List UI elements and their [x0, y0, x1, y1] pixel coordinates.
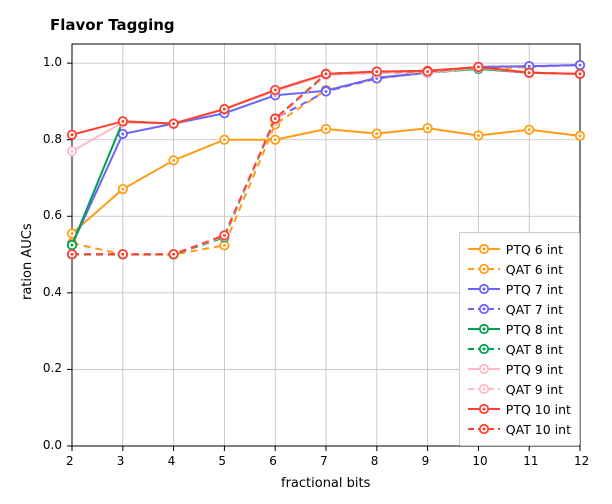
legend-swatch — [468, 342, 500, 356]
legend-swatch — [468, 422, 500, 436]
legend-label: QAT 8 int — [506, 342, 563, 357]
x-axis-label: fractional bits — [281, 476, 370, 491]
data-marker-dot — [172, 159, 175, 162]
legend-label: QAT 10 int — [506, 422, 571, 437]
legend-entry: PTQ 7 int — [468, 279, 571, 299]
y-tick: 0.4 — [43, 285, 62, 299]
data-marker-dot — [121, 253, 124, 256]
x-tick: 10 — [472, 454, 487, 468]
x-tick: 6 — [269, 454, 277, 468]
data-marker-dot — [274, 138, 277, 141]
legend-entry: PTQ 10 int — [468, 399, 571, 419]
legend-entry: QAT 8 int — [468, 339, 571, 359]
x-tick: 5 — [218, 454, 226, 468]
data-marker-dot — [274, 88, 277, 91]
data-marker-dot — [579, 134, 582, 137]
legend-swatch — [468, 382, 500, 396]
x-tick: 2 — [66, 454, 74, 468]
legend-swatch — [468, 302, 500, 316]
legend-label: PTQ 8 int — [506, 322, 563, 337]
legend-entry: QAT 9 int — [468, 379, 571, 399]
legend-entry: PTQ 8 int — [468, 319, 571, 339]
data-marker-dot — [325, 128, 328, 131]
legend-entry: PTQ 6 int — [468, 239, 571, 259]
y-tick: 0.0 — [43, 438, 62, 452]
data-marker-dot — [71, 244, 74, 247]
legend-entry: QAT 6 int — [468, 259, 571, 279]
data-marker-dot — [223, 108, 226, 111]
data-marker-dot — [325, 90, 328, 93]
legend-label: QAT 7 int — [506, 302, 563, 317]
x-tick: 9 — [422, 454, 430, 468]
y-tick: 1.0 — [43, 55, 62, 69]
y-tick: 0.2 — [43, 361, 62, 375]
y-axis-label: ration AUCs — [20, 223, 35, 300]
legend: PTQ 6 int QAT 6 int PTQ 7 int QAT 7 int PTQ … — [459, 232, 580, 446]
data-marker-dot — [121, 120, 124, 123]
data-marker-dot — [528, 128, 531, 131]
legend-swatch — [468, 242, 500, 256]
data-marker-dot — [172, 253, 175, 256]
legend-swatch — [468, 282, 500, 296]
legend-entry: PTQ 9 int — [468, 359, 571, 379]
legend-swatch — [468, 362, 500, 376]
data-marker-dot — [375, 70, 378, 73]
y-tick: 0.6 — [43, 208, 62, 222]
legend-swatch — [468, 262, 500, 276]
data-marker-dot — [477, 66, 480, 69]
data-marker-dot — [172, 122, 175, 125]
x-tick: 7 — [320, 454, 328, 468]
data-marker-dot — [223, 138, 226, 141]
legend-label: QAT 6 int — [506, 262, 563, 277]
data-marker-dot — [426, 127, 429, 130]
data-marker-dot — [579, 72, 582, 75]
legend-label: PTQ 9 int — [506, 362, 563, 377]
data-marker-dot — [71, 232, 74, 235]
x-tick: 4 — [168, 454, 176, 468]
data-marker-dot — [223, 234, 226, 237]
legend-label: PTQ 7 int — [506, 282, 563, 297]
data-marker-dot — [325, 72, 328, 75]
legend-label: PTQ 6 int — [506, 242, 563, 257]
legend-entry: QAT 10 int — [468, 419, 571, 439]
data-marker-dot — [121, 188, 124, 191]
data-marker-dot — [223, 244, 226, 247]
data-marker-dot — [121, 133, 124, 136]
legend-swatch — [468, 322, 500, 336]
x-tick: 8 — [371, 454, 379, 468]
data-marker-dot — [528, 71, 531, 74]
legend-swatch — [468, 402, 500, 416]
data-marker-dot — [477, 134, 480, 137]
x-tick: 3 — [117, 454, 125, 468]
data-marker-dot — [71, 253, 74, 256]
legend-entry: QAT 7 int — [468, 299, 571, 319]
x-tick: 12 — [574, 454, 589, 468]
data-marker-dot — [274, 117, 277, 120]
data-marker-dot — [71, 150, 74, 153]
legend-label: QAT 9 int — [506, 382, 563, 397]
data-marker-dot — [375, 132, 378, 135]
x-tick: 11 — [523, 454, 538, 468]
data-marker-dot — [528, 65, 531, 68]
data-marker-dot — [426, 70, 429, 73]
data-marker-dot — [579, 64, 582, 67]
data-marker-dot — [71, 133, 74, 136]
y-tick: 0.8 — [43, 132, 62, 146]
legend-label: PTQ 10 int — [506, 402, 571, 417]
